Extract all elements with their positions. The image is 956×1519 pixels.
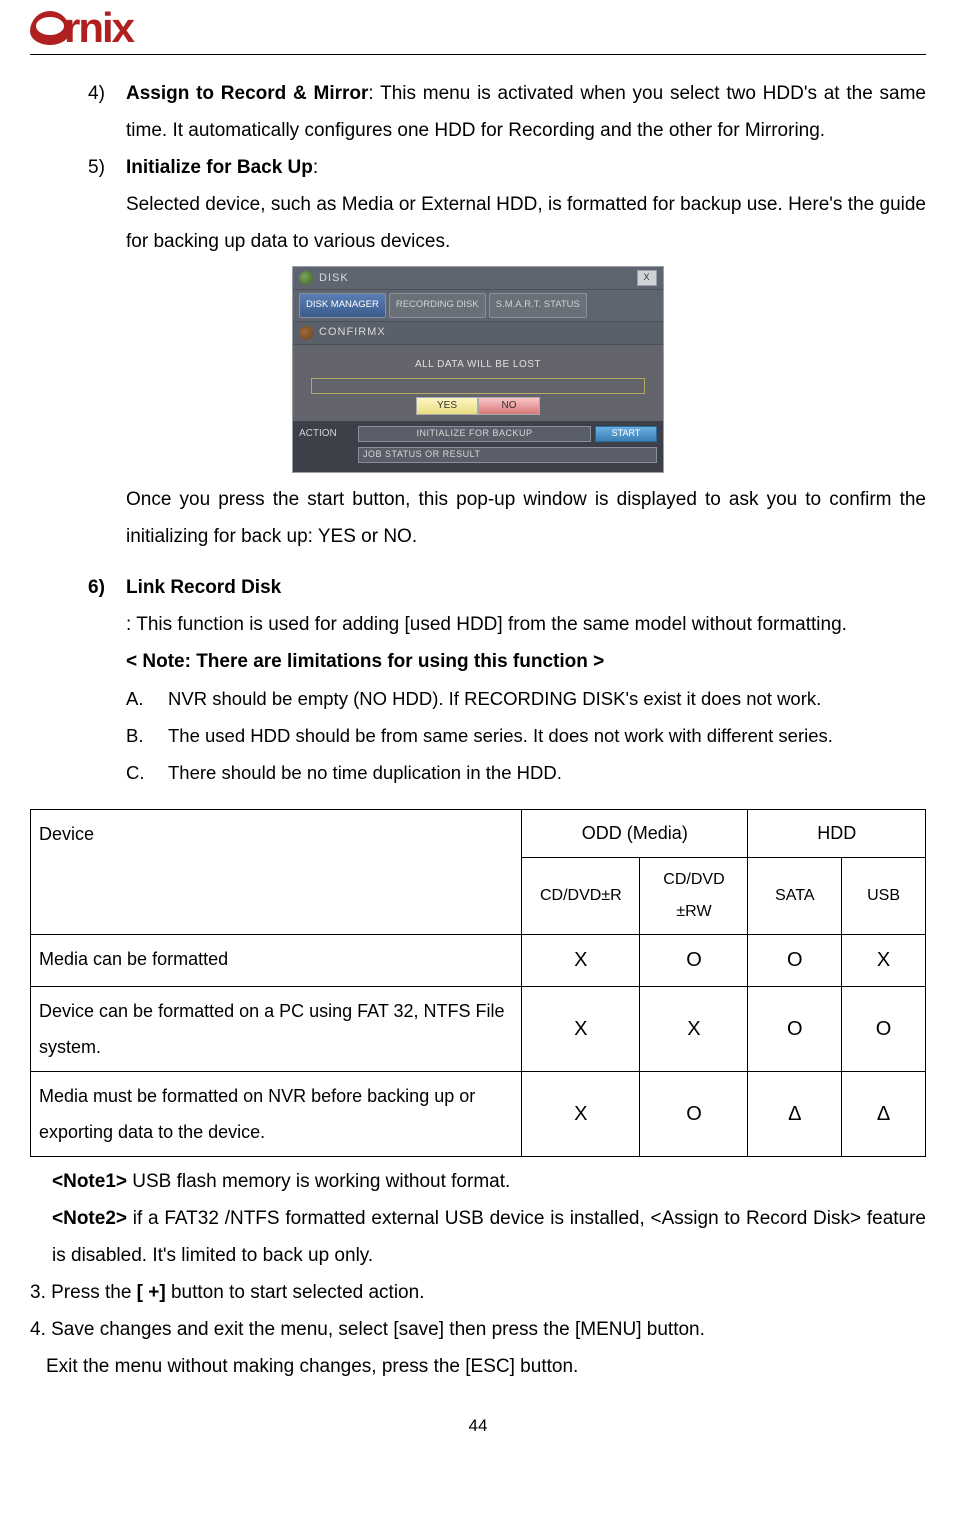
yes-no-group: YES NO <box>311 397 645 415</box>
confirm-icon <box>299 326 313 340</box>
list-number: 6) <box>30 569 118 606</box>
item-5-title: Initialize for Back Up <box>126 157 313 178</box>
device-capability-table: Device ODD (Media) HDD CD/DVD±R CD/DVD ±… <box>30 809 926 1157</box>
col-odd: ODD (Media) <box>522 809 748 857</box>
start-button[interactable]: START <box>595 426 657 442</box>
page-number: 44 <box>30 1409 926 1442</box>
sub-b: B. The used HDD should be from same seri… <box>126 717 926 754</box>
subcol-usb: USB <box>842 858 926 935</box>
tab-disk-manager[interactable]: DISK MANAGER <box>299 293 386 318</box>
dialog-titlebar: DISK X <box>293 267 663 289</box>
dialog-title: DISK <box>319 268 349 289</box>
brand-logo: rnix <box>30 0 926 54</box>
col-hdd: HDD <box>748 809 926 857</box>
step-4b: Exit the menu without making changes, pr… <box>30 1348 926 1385</box>
tab-recording-disk[interactable]: RECORDING DISK <box>389 293 486 318</box>
no-button[interactable]: NO <box>478 397 540 415</box>
item-6-title: Link Record Disk <box>126 577 281 598</box>
item-6-note-title: < Note: There are limitations for using … <box>30 643 926 680</box>
yes-button[interactable]: YES <box>416 397 478 415</box>
step-3: 3. Press the [ +] button to start select… <box>30 1274 926 1311</box>
close-icon[interactable]: X <box>377 322 385 343</box>
close-icon[interactable]: X <box>637 270 657 286</box>
step-4: 4. Save changes and exit the menu, selec… <box>30 1311 926 1348</box>
job-status-field: JOB STATUS OR RESULT <box>358 447 657 463</box>
item-5-body2: Once you press the start button, this po… <box>30 481 926 555</box>
header-rule <box>30 54 926 55</box>
note1: <Note1> USB flash memory is working with… <box>30 1163 926 1200</box>
list-item-5: 5) Initialize for Back Up: <box>30 149 926 186</box>
note-sublist: A. NVR should be empty (NO HDD). If RECO… <box>30 680 926 791</box>
item-6-body: : This function is used for adding [used… <box>30 606 926 643</box>
logo-text: rnix <box>64 4 133 52</box>
disk-icon <box>299 271 313 285</box>
list-body: Assign to Record & Mirror: This menu is … <box>118 75 926 149</box>
logo-swoosh-icon <box>30 11 70 45</box>
item-4-title: Assign to Record & Mirror <box>126 83 368 104</box>
dialog-footer: ACTION INITIALIZE FOR BACKUP START JOB S… <box>293 421 663 472</box>
disk-dialog-screenshot: DISK X DISK MANAGER RECORDING DISK S.M.A… <box>292 266 664 473</box>
subcol-cddvdrw: CD/DVD ±RW <box>640 858 748 935</box>
table-row: Media must be formatted on NVR before ba… <box>31 1072 926 1157</box>
warning-text: ALL DATA WILL BE LOST <box>299 355 657 375</box>
action-label: ACTION <box>299 424 354 444</box>
sub-a: A. NVR should be empty (NO HDD). If RECO… <box>126 680 926 717</box>
list-number: 5) <box>30 149 118 186</box>
action-field[interactable]: INITIALIZE FOR BACKUP <box>358 426 591 442</box>
dialog-confirm-bar: CONFIRM X <box>293 322 663 345</box>
list-item-4: 4) Assign to Record & Mirror: This menu … <box>30 75 926 149</box>
list-body: Initialize for Back Up: <box>118 149 926 186</box>
table-row: Media can be formatted X O O X <box>31 935 926 987</box>
dialog-body: ALL DATA WILL BE LOST YES NO <box>293 345 663 422</box>
list-body: Link Record Disk <box>118 569 926 606</box>
item-5-body1: Selected device, such as Media or Extern… <box>30 186 926 260</box>
sub-c: C. There should be no time duplication i… <box>126 754 926 791</box>
tab-smart-status[interactable]: S.M.A.R.T. STATUS <box>489 293 587 318</box>
progress-bar <box>311 378 645 394</box>
list-number: 4) <box>30 75 118 149</box>
dialog-tabs: DISK MANAGER RECORDING DISK S.M.A.R.T. S… <box>293 289 663 322</box>
confirm-label: CONFIRM <box>319 322 377 343</box>
list-item-6: 6) Link Record Disk <box>30 569 926 606</box>
note2: <Note2> if a FAT32 /NTFS formatted exter… <box>30 1200 926 1274</box>
subcol-cddvdr: CD/DVD±R <box>522 858 640 935</box>
table-row: Device can be formatted on a PC using FA… <box>31 987 926 1072</box>
subcol-sata: SATA <box>748 858 842 935</box>
col-device: Device <box>31 809 522 934</box>
